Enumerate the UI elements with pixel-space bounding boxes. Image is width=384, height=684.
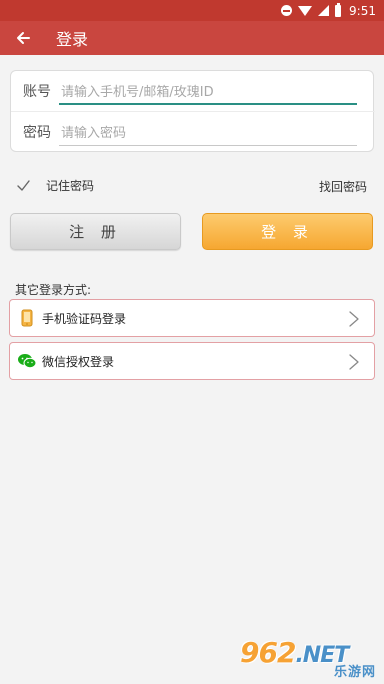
do-not-disturb-icon xyxy=(281,5,293,16)
page-title: 登录 xyxy=(56,30,89,49)
register-button[interactable]: 注 册 xyxy=(10,213,181,250)
password-row: 密码 xyxy=(11,112,375,152)
remember-checkbox[interactable] xyxy=(15,177,32,194)
forgot-password-link[interactable]: 找回密码 xyxy=(319,178,367,195)
chevron-right-icon xyxy=(349,354,359,370)
battery-icon xyxy=(335,2,342,17)
watermark-sub-text: 乐游网 xyxy=(333,665,376,680)
login-form: 账号 密码 xyxy=(10,70,375,152)
wechat-icon xyxy=(12,353,42,369)
phone-icon xyxy=(12,309,42,327)
watermark-logo: 962.NET 乐游网 xyxy=(240,636,380,682)
chevron-right-icon xyxy=(349,311,359,327)
signal-icon xyxy=(318,5,330,16)
options-row: 记住密码 找回密码 xyxy=(0,175,384,197)
account-row: 账号 xyxy=(11,71,375,111)
wifi-icon xyxy=(298,5,313,16)
wechat-login-label: 微信授权登录 xyxy=(42,354,115,369)
phone-code-login-item[interactable]: 手机验证码登录 xyxy=(9,299,375,337)
password-input[interactable] xyxy=(59,122,357,146)
login-button[interactable]: 登 录 xyxy=(202,213,373,250)
other-login-title: 其它登录方式: xyxy=(15,283,92,297)
app-bar: 登录 xyxy=(0,21,384,55)
wechat-login-item[interactable]: 微信授权登录 xyxy=(9,342,375,380)
watermark-logo-text: 962.NET xyxy=(240,636,349,669)
checkmark-icon xyxy=(17,180,30,191)
password-label: 密码 xyxy=(23,125,51,141)
arrow-left-icon xyxy=(17,32,30,44)
remember-password[interactable]: 记住密码 xyxy=(15,177,94,194)
remember-label: 记住密码 xyxy=(46,179,95,193)
phone-code-login-label: 手机验证码登录 xyxy=(42,311,127,326)
account-label: 账号 xyxy=(23,84,51,100)
status-time: 9:51 xyxy=(349,3,376,18)
account-input[interactable] xyxy=(59,81,357,105)
status-bar: 9:51 xyxy=(0,0,384,21)
back-button[interactable] xyxy=(0,21,46,55)
